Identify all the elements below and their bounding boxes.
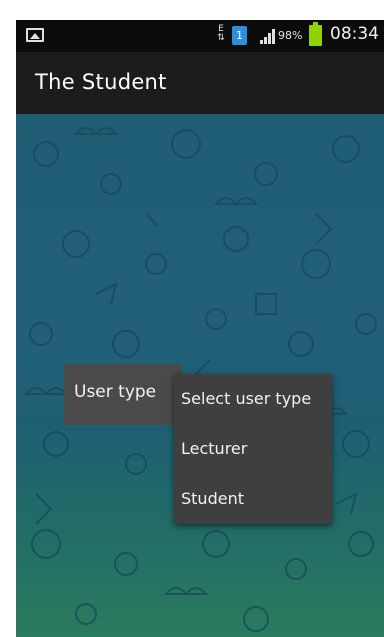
- user-type-dropdown[interactable]: Select user type Lecturer Student: [174, 374, 332, 524]
- phone-screen: E ⇅ 1 98% 08:34 The Student User type Se…: [16, 20, 384, 637]
- network-type-icon: E ⇅: [217, 24, 225, 43]
- main-content: User type Select user type Lecturer Stud…: [16, 114, 384, 637]
- battery-percent: 98%: [278, 29, 303, 42]
- user-type-label: User type: [74, 382, 157, 402]
- action-bar: The Student: [16, 52, 384, 114]
- signal-strength-icon: [258, 28, 278, 44]
- dropdown-option-select-user-type[interactable]: Select user type: [174, 374, 332, 424]
- dropdown-option-student[interactable]: Student: [174, 474, 332, 524]
- network-type-label: E: [218, 24, 224, 34]
- image-notification-icon: [26, 28, 44, 42]
- dropdown-option-lecturer[interactable]: Lecturer: [174, 424, 332, 474]
- status-bar: E ⇅ 1 98% 08:34: [16, 20, 384, 52]
- app-title: The Student: [35, 70, 167, 94]
- sim-card-icon: 1: [232, 26, 247, 45]
- user-type-row: User type: [64, 364, 182, 425]
- status-clock: 08:34: [330, 24, 379, 44]
- battery-icon: [309, 22, 322, 46]
